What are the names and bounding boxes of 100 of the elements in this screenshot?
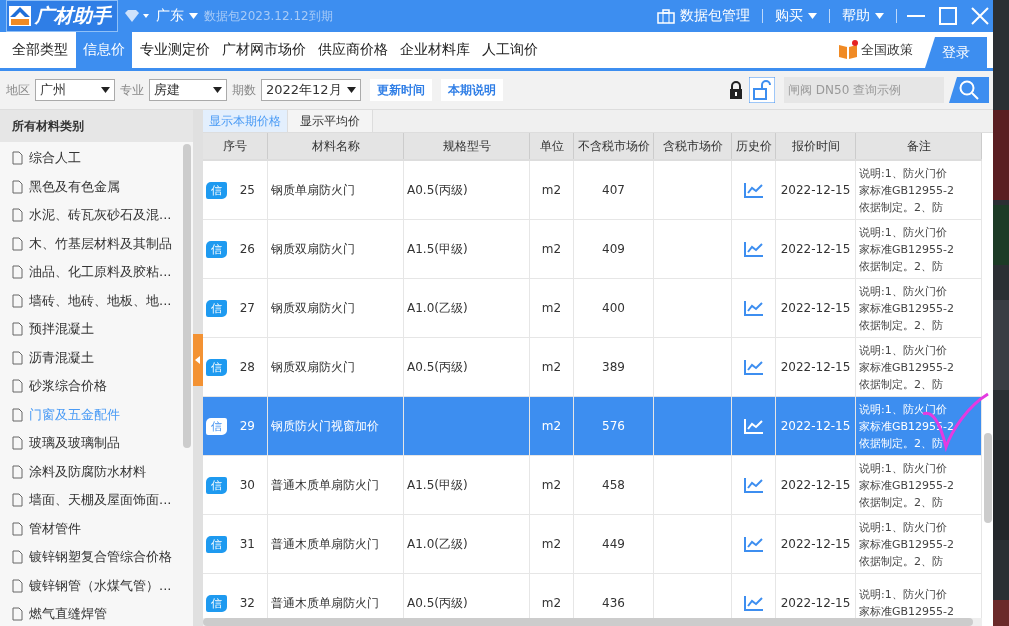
briefcase-icon bbox=[657, 8, 675, 24]
column-header[interactable]: 含税市场价 bbox=[654, 133, 732, 159]
scrollbar-thumb[interactable] bbox=[183, 144, 191, 448]
scrollbar-thumb[interactable] bbox=[984, 433, 992, 523]
table-cell: 2022-12-15 bbox=[780, 478, 851, 492]
search-field[interactable]: 闸阀 DN50 查询示例 bbox=[784, 77, 944, 103]
info-badge: 信 bbox=[206, 240, 227, 258]
table-cell: 普通木质单扇防火门 bbox=[271, 594, 379, 612]
nav-tab[interactable]: 企业材料库 bbox=[396, 32, 474, 68]
caret-icon bbox=[875, 13, 884, 19]
search-icon bbox=[959, 80, 979, 100]
filter-button[interactable]: 本期说明 bbox=[441, 79, 503, 101]
table-cell: A0.5(丙级) bbox=[407, 181, 468, 199]
nav-tab[interactable]: 人工询价 bbox=[478, 32, 542, 68]
category-item[interactable]: 燃气直缝焊管 bbox=[0, 600, 183, 626]
table-cell: m2 bbox=[541, 419, 562, 433]
table-cell: 普通木质单扇防火门 bbox=[271, 476, 379, 494]
table-cell: A1.0(乙级) bbox=[407, 299, 468, 317]
table-cell: 389 bbox=[602, 360, 625, 374]
diamond-icon[interactable] bbox=[124, 9, 150, 23]
column-header[interactable]: 序号 bbox=[203, 133, 268, 159]
column-header[interactable]: 材料名称 bbox=[268, 133, 404, 159]
category-item[interactable]: 墙砖、地砖、地板、地... bbox=[0, 286, 183, 315]
filter-button[interactable]: 更新时间 bbox=[370, 79, 432, 101]
app-name: 广材助手 bbox=[35, 3, 111, 28]
nav-tab[interactable]: 广材网市场价 bbox=[218, 32, 310, 68]
search-button[interactable] bbox=[949, 77, 989, 103]
category-item[interactable]: 墙面、天棚及屋面饰面... bbox=[0, 486, 183, 515]
trend-chart-icon[interactable] bbox=[743, 536, 764, 552]
column-header[interactable]: 规格型号 bbox=[404, 133, 530, 159]
table-cell: 普通木质单扇防火门 bbox=[271, 535, 379, 553]
table-cell: 576 bbox=[602, 419, 625, 433]
document-icon bbox=[12, 521, 23, 536]
category-item[interactable]: 水泥、砖瓦灰砂石及混... bbox=[0, 201, 183, 230]
lock-icon[interactable] bbox=[728, 80, 744, 100]
collapse-handle[interactable] bbox=[193, 334, 203, 386]
category-item[interactable]: 综合人工 bbox=[0, 144, 183, 173]
trend-chart-icon[interactable] bbox=[743, 359, 764, 375]
table-cell: 钢质单扇防火门 bbox=[271, 181, 355, 199]
caret-icon bbox=[101, 87, 110, 93]
column-header[interactable]: 单位 bbox=[530, 133, 574, 159]
close-icon[interactable] bbox=[969, 5, 991, 27]
trend-chart-icon[interactable] bbox=[743, 300, 764, 316]
table-cell: 2022-12-15 bbox=[780, 242, 851, 256]
view-tab[interactable]: 显示平均价 bbox=[288, 110, 373, 132]
filter-dropdown[interactable]: 2022年12月 bbox=[261, 79, 361, 101]
filter-dropdown[interactable]: 广州 bbox=[35, 79, 115, 101]
row-number: 27 bbox=[239, 301, 255, 315]
info-badge: 信 bbox=[206, 358, 227, 376]
category-item[interactable]: 玻璃及玻璃制品 bbox=[0, 429, 183, 458]
table-cell: 2022-12-15 bbox=[780, 360, 851, 374]
trend-chart-icon[interactable] bbox=[743, 182, 764, 198]
caret-icon bbox=[808, 13, 817, 19]
nav-tab[interactable]: 全部类型 bbox=[8, 32, 72, 68]
remark-text: 说明:1、防火门价 家标准GB12955-2 依据制定。2、防 bbox=[859, 283, 955, 334]
document-icon bbox=[12, 607, 23, 622]
policy-link[interactable]: 全国政策 bbox=[861, 41, 913, 59]
row-number: 31 bbox=[239, 537, 255, 551]
column-header[interactable]: 历史价 bbox=[732, 133, 776, 159]
table-cell: A1.0(乙级) bbox=[407, 535, 468, 553]
filter-dropdown[interactable]: 房建 bbox=[149, 79, 227, 101]
trend-chart-icon[interactable] bbox=[743, 241, 764, 257]
category-item[interactable]: 镀锌钢管（水煤气管）... bbox=[0, 571, 183, 600]
document-icon bbox=[12, 208, 23, 223]
table-cell: A1.5(甲级) bbox=[407, 240, 468, 258]
trend-chart-icon[interactable] bbox=[743, 477, 764, 493]
table-cell: 钢质防火门视窗加价 bbox=[271, 417, 379, 435]
document-icon bbox=[12, 293, 23, 308]
trend-chart-icon[interactable] bbox=[743, 595, 764, 611]
table-cell: 钢质双扇防火门 bbox=[271, 299, 355, 317]
filter-label: 专业 bbox=[120, 81, 144, 99]
category-item[interactable]: 黑色及有色金属 bbox=[0, 172, 183, 201]
document-icon bbox=[12, 493, 23, 508]
table-cell: A1.5(甲级) bbox=[407, 476, 468, 494]
document-icon bbox=[12, 322, 23, 337]
category-item[interactable]: 管材管件 bbox=[0, 514, 183, 543]
expiry-text: 数据包2023.12.12到期 bbox=[204, 7, 333, 25]
category-item[interactable]: 涂料及防腐防水材料 bbox=[0, 457, 183, 486]
table-cell: 458 bbox=[602, 478, 625, 492]
category-item[interactable]: 砂浆综合价格 bbox=[0, 372, 183, 401]
category-item[interactable]: 预拌混凝土 bbox=[0, 315, 183, 344]
column-header[interactable]: 报价时间 bbox=[776, 133, 856, 159]
category-item[interactable]: 油品、化工原料及胶粘... bbox=[0, 258, 183, 287]
category-item[interactable]: 木、竹基层材料及其制品 bbox=[0, 229, 183, 258]
caret-icon bbox=[347, 87, 356, 93]
document-icon bbox=[12, 379, 23, 394]
remark-text: 说明:1、防火门价 家标准GB12955-2 bbox=[859, 587, 955, 618]
maximize-icon[interactable] bbox=[937, 5, 959, 27]
nav-tab[interactable]: 供应商价格 bbox=[314, 32, 392, 68]
sidebar-title: 所有材料类别 bbox=[0, 110, 193, 142]
column-header[interactable]: 不含税市场价 bbox=[574, 133, 654, 159]
scrollbar-thumb[interactable] bbox=[203, 618, 973, 626]
row-number: 25 bbox=[239, 183, 255, 197]
category-item[interactable]: 镀锌钢塑复合管综合价格 bbox=[0, 543, 183, 572]
document-icon bbox=[12, 179, 23, 194]
category-item[interactable]: 沥青混凝土 bbox=[0, 343, 183, 372]
remark-text: 说明:1、防火门价 家标准GB12955-2 依据制定。2、防 bbox=[859, 460, 955, 511]
nav-tab[interactable]: 专业测定价 bbox=[136, 32, 214, 68]
unlock-icon[interactable] bbox=[749, 77, 775, 103]
remark-text: 说明:1、防火门价 家标准GB12955-2 依据制定。2、防 bbox=[859, 224, 955, 275]
